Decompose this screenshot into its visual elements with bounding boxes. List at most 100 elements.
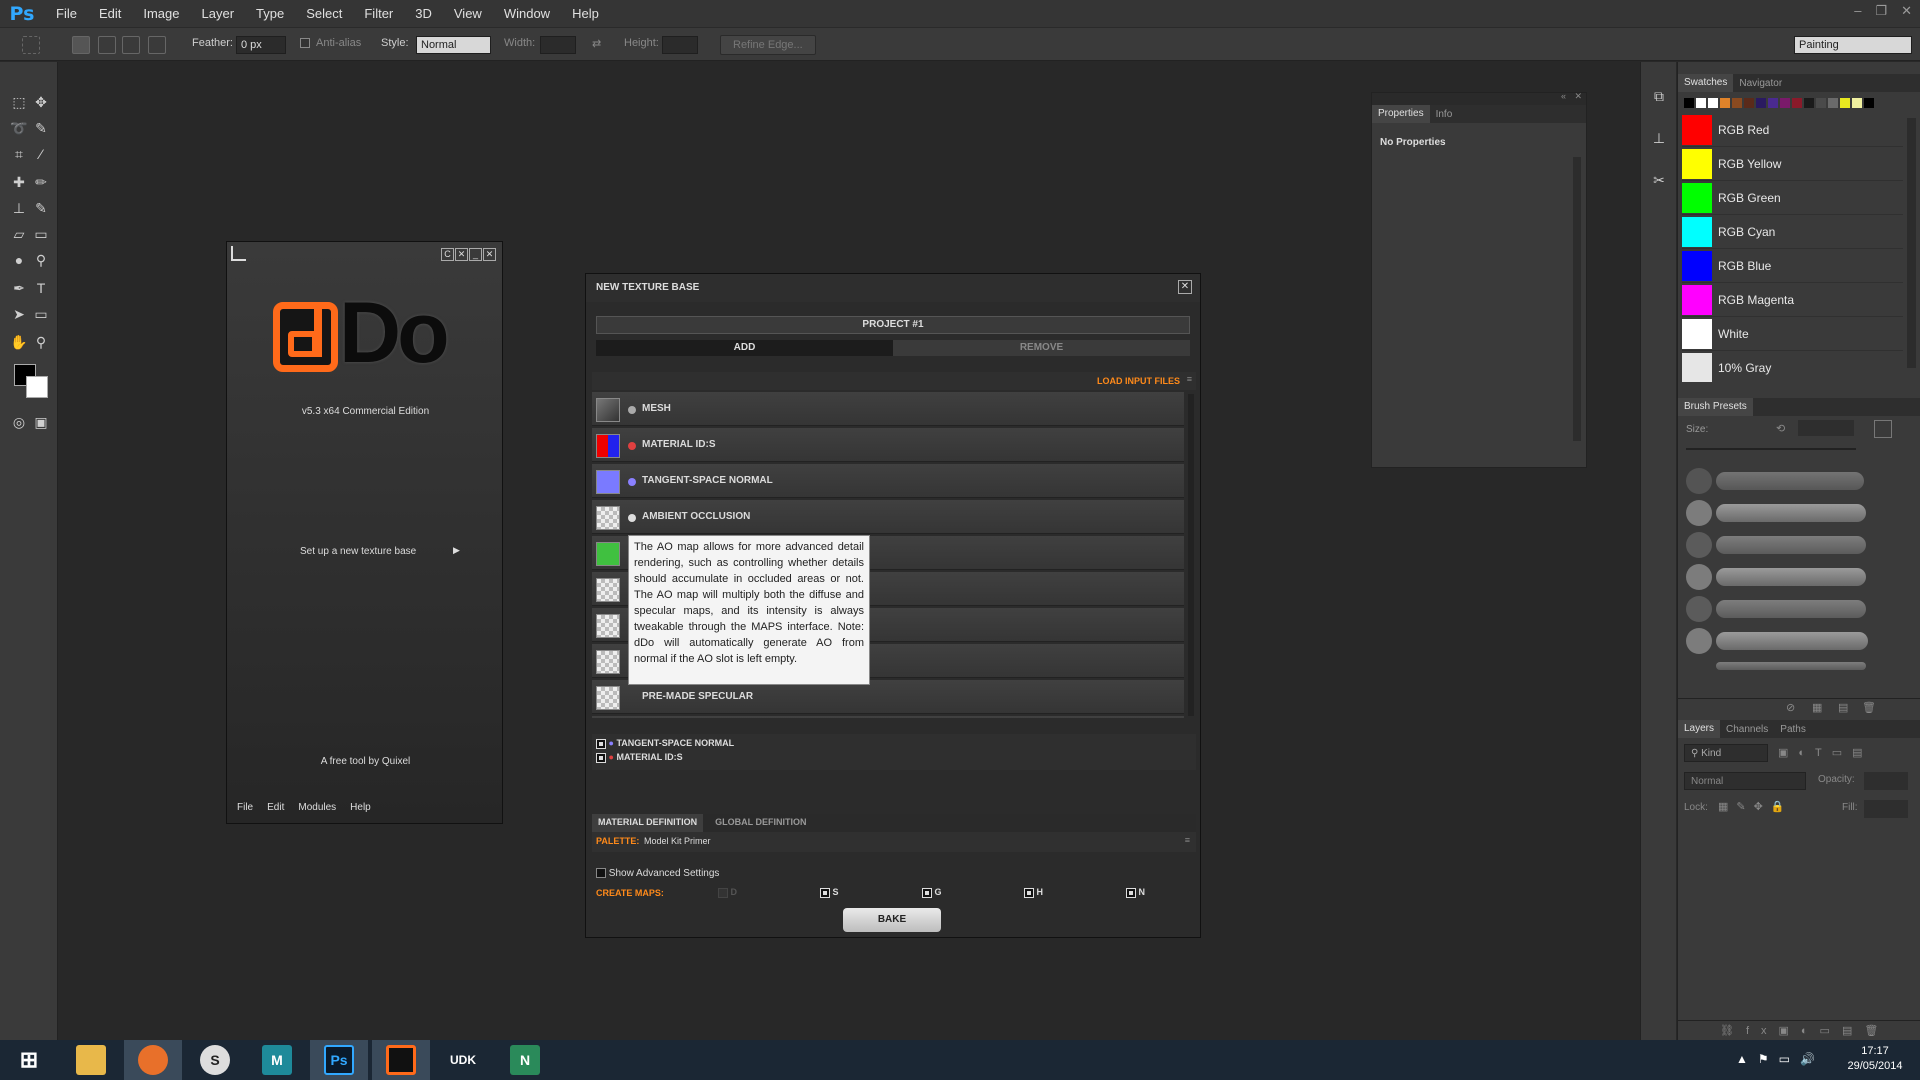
dodge-tool-icon[interactable]: ⚲ (30, 250, 52, 270)
swatch-item[interactable]: RGB Blue (1682, 250, 1903, 283)
brush-stroke[interactable] (1716, 504, 1866, 522)
marquee-tool-icon[interactable]: ⬚ (8, 92, 30, 112)
zoom-tool-icon[interactable]: ⚲ (30, 332, 52, 352)
arrow-right-icon[interactable]: ▶ (453, 545, 460, 556)
swatch-item[interactable]: RGB Cyan (1682, 216, 1903, 249)
taskbar-app[interactable]: S (186, 1040, 244, 1080)
setup-texture-base-link[interactable]: Set up a new texture base (300, 546, 416, 557)
taskbar-udk[interactable]: UDK (434, 1040, 492, 1080)
close-icon[interactable]: ✕ (1178, 280, 1192, 294)
toggle-brush-icon[interactable]: ⊘ (1786, 701, 1795, 714)
layer-action-icons[interactable]: ⛓fx▣◐▭▤🗑 (1720, 1024, 1890, 1037)
healing-brush-icon[interactable]: ✚ (8, 172, 30, 192)
start-button[interactable]: ⊞ (0, 1040, 58, 1080)
advanced-settings-toggle[interactable]: Show Advanced Settings (596, 868, 719, 879)
clone-stamp-icon[interactable]: ⊥ (8, 198, 30, 218)
brush-panel-toggle-icon[interactable] (1874, 420, 1892, 438)
size-input[interactable] (1798, 420, 1854, 436)
ddo-menu-help[interactable]: Help (350, 802, 371, 813)
slot-thumbnail[interactable] (596, 434, 620, 458)
menu-icon[interactable]: ≡ (1187, 374, 1192, 384)
tab-paths[interactable]: Paths (1774, 724, 1812, 735)
tab-brush-presets[interactable]: Brush Presets (1678, 398, 1753, 416)
minimize-button[interactable]: – (1854, 3, 1861, 19)
minimize-icon[interactable]: _ (469, 248, 482, 261)
menu-filter[interactable]: Filter (364, 6, 393, 21)
close-icon[interactable]: ✕ (483, 248, 496, 261)
tab-global-definition[interactable]: GLOBAL DEFINITION (703, 814, 818, 832)
input-slot[interactable]: PRE-MADE GLOSS (592, 716, 1184, 718)
menu-select[interactable]: Select (306, 6, 342, 21)
new-preset-icon[interactable]: ▤ (1838, 701, 1848, 714)
slot-thumbnail[interactable] (596, 470, 620, 494)
swatches-scrollbar[interactable] (1907, 118, 1916, 368)
remove-tab[interactable]: REMOVE (893, 340, 1190, 356)
tab-material-definition[interactable]: MATERIAL DEFINITION (592, 814, 704, 832)
menu-layer[interactable]: Layer (202, 6, 235, 21)
brush-tip[interactable] (1686, 468, 1712, 494)
add-tab[interactable]: ADD (596, 340, 893, 356)
tab-channels[interactable]: Channels (1720, 724, 1774, 735)
add-selection-icon[interactable] (98, 36, 116, 54)
tool-presets-icon[interactable]: ✂ (1648, 170, 1670, 190)
refine-edge-button[interactable]: Refine Edge... (720, 35, 816, 55)
system-clock[interactable]: 17:17 29/05/2014 (1840, 1044, 1910, 1074)
slot-thumbnail[interactable] (596, 578, 620, 602)
swatch-item[interactable]: RGB Magenta (1682, 284, 1903, 317)
quick-select-icon[interactable]: ✎ (30, 118, 52, 138)
width-input[interactable] (540, 36, 576, 54)
brush-tip[interactable] (1686, 628, 1712, 654)
hand-tool-icon[interactable]: ✋ (8, 332, 30, 352)
map-toggle-s[interactable]: S (820, 887, 839, 898)
input-slot[interactable]: MESH (592, 392, 1184, 426)
load-input-files-link[interactable]: LOAD INPUT FILES (1097, 376, 1180, 386)
input-slot[interactable]: MATERIAL ID:S (592, 428, 1184, 462)
workspace-select[interactable]: Painting (1794, 36, 1912, 54)
brush-stroke[interactable] (1716, 472, 1864, 490)
swatch-item[interactable]: White (1682, 318, 1903, 351)
rect-marquee-preset-icon[interactable] (22, 36, 40, 54)
pin-icon[interactable]: ✕ (455, 248, 468, 261)
bake-button[interactable]: BAKE (843, 908, 941, 932)
intersect-selection-icon[interactable] (148, 36, 166, 54)
taskbar-notes[interactable]: N (496, 1040, 554, 1080)
menu-image[interactable]: Image (143, 6, 179, 21)
brush-stroke[interactable] (1716, 568, 1866, 586)
loaded-map-item[interactable]: ● MATERIAL ID:S (596, 752, 683, 763)
brush-tip[interactable] (1686, 532, 1712, 558)
swatch-item[interactable]: 10% Gray (1682, 352, 1903, 382)
brush-stroke[interactable] (1716, 662, 1866, 670)
opacity-input[interactable] (1864, 772, 1908, 790)
brush-tip[interactable] (1686, 596, 1712, 622)
close-icon[interactable]: ✕ (1574, 91, 1582, 102)
eyedropper-icon[interactable]: ⁄ (30, 144, 52, 164)
reset-icon[interactable]: ⟲ (1776, 422, 1785, 435)
slot-thumbnail[interactable] (596, 650, 620, 674)
new-selection-icon[interactable] (72, 36, 90, 54)
layer-filter-icons[interactable]: ▣◐T▭▤ (1778, 746, 1873, 759)
history-brush-icon[interactable]: ✎ (30, 198, 52, 218)
taskbar-maya[interactable]: M (248, 1040, 306, 1080)
taskbar-ddo[interactable] (372, 1040, 430, 1080)
gradient-icon[interactable]: ▭ (30, 224, 52, 244)
eraser-icon[interactable]: ▱ (8, 224, 30, 244)
menu-view[interactable]: View (454, 6, 482, 21)
blur-tool-icon[interactable]: ● (8, 250, 30, 270)
brush-panel-icon[interactable]: ⊥ (1648, 128, 1670, 148)
input-slot[interactable]: TANGENT-SPACE NORMAL (592, 464, 1184, 498)
collapse-icon[interactable]: « (1561, 91, 1566, 101)
menu-window[interactable]: Window (504, 6, 550, 21)
lock-icons[interactable]: ▦✎✥🔒 (1718, 800, 1793, 813)
taskbar-photoshop[interactable]: Ps (310, 1040, 368, 1080)
height-input[interactable] (662, 36, 698, 54)
palette-menu-icon[interactable]: ≡ (1185, 835, 1190, 845)
move-tool-icon[interactable]: ✥ (30, 92, 52, 112)
taskbar-firefox[interactable] (124, 1040, 182, 1080)
type-tool-icon[interactable]: T (30, 278, 52, 298)
map-toggle-h[interactable]: H (1024, 887, 1043, 898)
map-toggle-d[interactable]: D (718, 887, 737, 898)
quick-mask-icon[interactable]: ◎ (8, 412, 30, 432)
background-color-swatch[interactable] (26, 376, 48, 398)
restore-button[interactable]: ❐ (1875, 3, 1887, 19)
brush-tip[interactable] (1686, 564, 1712, 590)
